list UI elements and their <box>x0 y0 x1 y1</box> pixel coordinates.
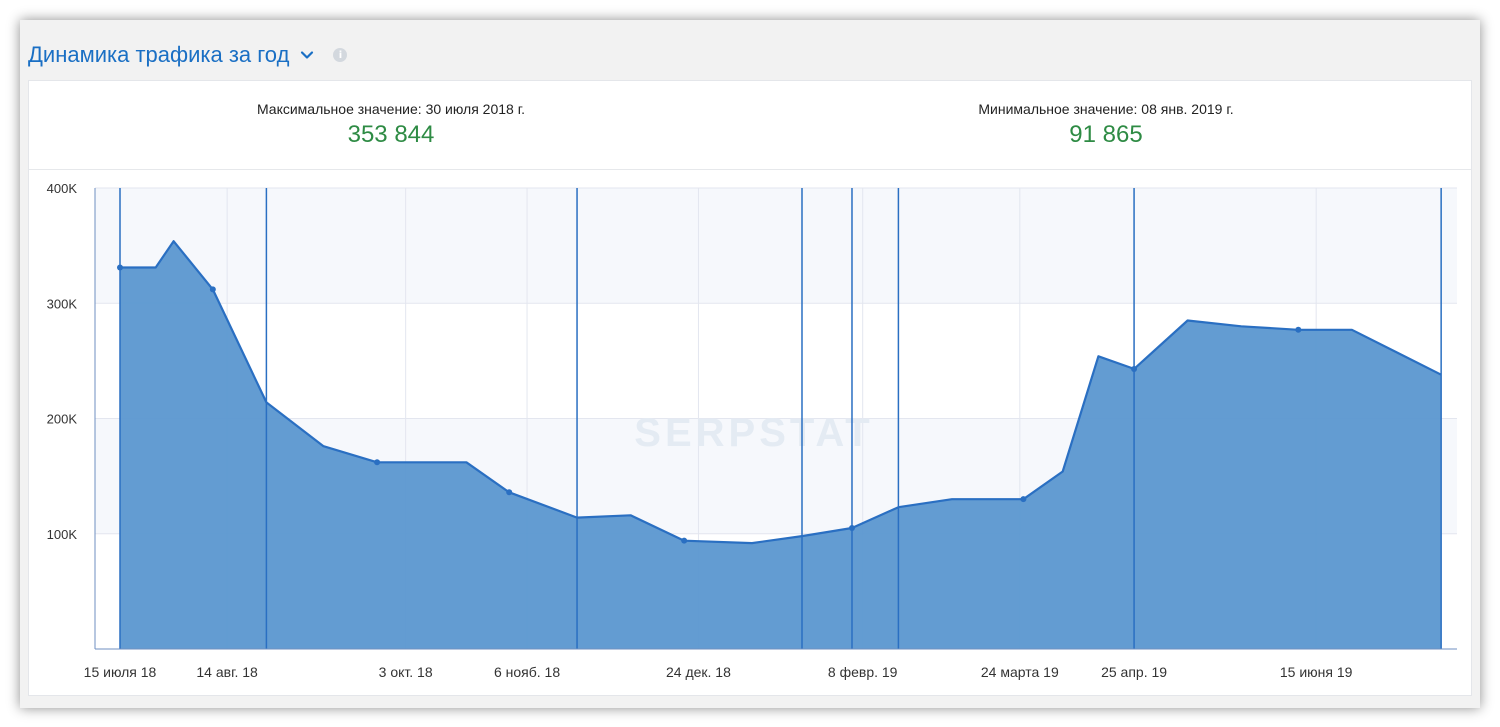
x-tick-label: 8 февр. 19 <box>828 664 898 680</box>
chevron-down-icon[interactable] <box>299 47 315 63</box>
widget-header: Динамика трафика за год i <box>28 40 348 70</box>
x-tick-label: 15 июля 18 <box>84 664 157 680</box>
plot-band <box>95 188 1457 304</box>
y-tick-label: 200K <box>47 412 78 427</box>
chart-card: Максимальное значение: 30 июля 2018 г. 3… <box>28 80 1472 696</box>
x-tick-label: 24 дек. 18 <box>666 664 731 680</box>
watermark-text: SERPSTAT <box>634 411 873 455</box>
x-axis-ticks: 15 июля 18 14 авг. 18 3 окт. 18 6 нояб. 18 2… <box>84 664 1353 680</box>
traffic-area-chart: SERPSTAT 100K 200K 300K 400K 15 июля 18 14 а… <box>47 181 1457 680</box>
widget-title[interactable]: Динамика трафика за год <box>28 42 289 68</box>
info-icon[interactable]: i <box>333 48 348 62</box>
y-tick-label: 100K <box>47 527 78 542</box>
x-tick-label: 15 июня 19 <box>1280 664 1353 680</box>
data-point <box>209 286 216 293</box>
data-point <box>1295 326 1302 333</box>
x-tick-label: 24 марта 19 <box>981 664 1059 680</box>
data-point <box>1131 365 1138 372</box>
y-axis-ticks: 100K 200K 300K 400K <box>47 181 78 542</box>
y-tick-label: 300K <box>47 296 78 311</box>
data-point <box>506 489 513 496</box>
y-tick-label: 400K <box>47 181 78 196</box>
x-tick-label: 25 апр. 19 <box>1101 664 1167 680</box>
data-point <box>848 524 855 531</box>
data-point <box>1020 496 1027 503</box>
x-tick-label: 14 авг. 18 <box>196 664 258 680</box>
widget-frame: Динамика трафика за год i Максимальное з… <box>20 20 1480 708</box>
data-point <box>681 537 688 544</box>
x-tick-label: 6 нояб. 18 <box>494 664 560 680</box>
data-point <box>117 264 123 271</box>
x-tick-label: 3 окт. 18 <box>379 664 433 680</box>
data-point <box>374 459 381 466</box>
